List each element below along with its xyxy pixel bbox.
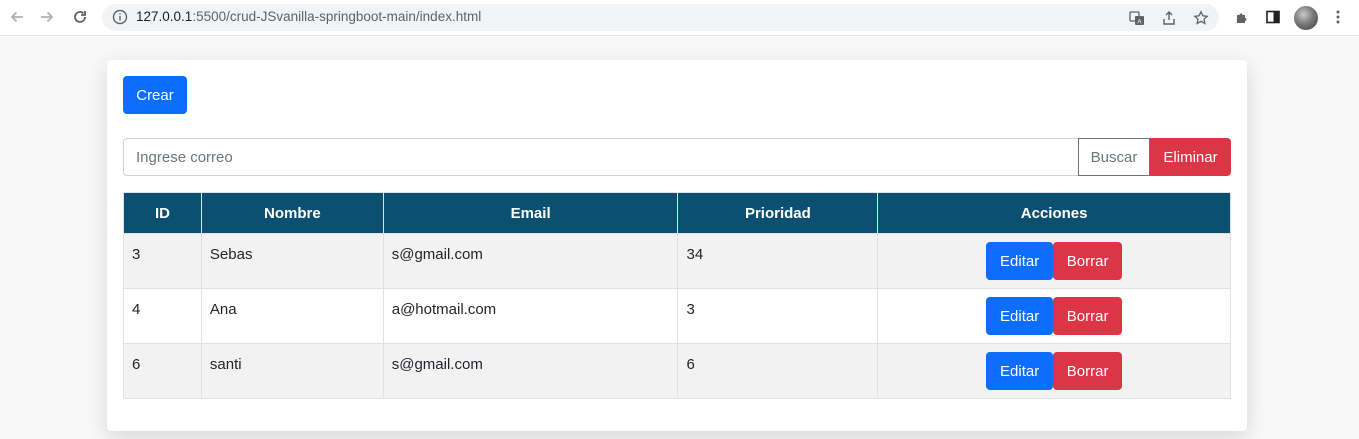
- table-header-row: ID Nombre Email Prioridad Acciones: [123, 192, 1231, 234]
- editar-button[interactable]: Editar: [986, 242, 1054, 280]
- cell-prioridad: 3: [677, 288, 879, 344]
- url-path: :5500/crud-JSvanilla-springboot-main/ind…: [192, 9, 482, 24]
- cell-id: 6: [123, 343, 202, 399]
- info-icon[interactable]: [112, 9, 128, 25]
- table-row: 4 Ana a@hotmail.com 3 Editar Borrar: [123, 288, 1231, 344]
- borrar-button[interactable]: Borrar: [1053, 242, 1123, 280]
- cell-nombre: Ana: [200, 288, 384, 344]
- header-prioridad: Prioridad: [677, 192, 879, 234]
- svg-text:A: A: [1137, 20, 1141, 26]
- main-card: Crear Ingrese correo Buscar Eliminar ID …: [107, 60, 1247, 431]
- url-text: 127.0.0.1:5500/crud-JSvanilla-springboot…: [136, 9, 481, 24]
- browser-toolbar: 127.0.0.1:5500/crud-JSvanilla-springboot…: [0, 0, 1359, 36]
- share-icon[interactable]: [1160, 9, 1178, 27]
- forward-arrow-icon[interactable]: [36, 6, 58, 28]
- cell-acciones: Editar Borrar: [877, 343, 1231, 399]
- header-id: ID: [123, 192, 202, 234]
- cell-email: a@hotmail.com: [382, 288, 679, 344]
- header-email: Email: [382, 192, 679, 234]
- cell-nombre: santi: [200, 343, 384, 399]
- cell-prioridad: 34: [677, 233, 879, 289]
- eliminar-button[interactable]: Eliminar: [1150, 138, 1231, 176]
- cell-acciones: Editar Borrar: [877, 288, 1231, 344]
- editar-button[interactable]: Editar: [986, 297, 1054, 335]
- editar-button[interactable]: Editar: [986, 352, 1054, 390]
- cell-email: s@gmail.com: [382, 343, 679, 399]
- borrar-button[interactable]: Borrar: [1053, 297, 1123, 335]
- back-arrow-icon[interactable]: [6, 6, 28, 28]
- star-icon[interactable]: [1192, 9, 1210, 27]
- table-row: 3 Sebas s@gmail.com 34 Editar Borrar: [123, 233, 1231, 289]
- cell-acciones: Editar Borrar: [877, 233, 1231, 289]
- table-row: 6 santi s@gmail.com 6 Editar Borrar: [123, 343, 1231, 399]
- borrar-button[interactable]: Borrar: [1053, 352, 1123, 390]
- address-bar[interactable]: 127.0.0.1:5500/crud-JSvanilla-springboot…: [102, 4, 1219, 31]
- crear-button[interactable]: Crear: [123, 76, 187, 114]
- profile-avatar[interactable]: [1294, 6, 1318, 30]
- cell-nombre: Sebas: [200, 233, 384, 289]
- menu-dots-icon[interactable]: [1328, 7, 1348, 27]
- cell-email: s@gmail.com: [382, 233, 679, 289]
- url-host: 127.0.0.1: [136, 9, 193, 24]
- email-search-input[interactable]: Ingrese correo: [123, 138, 1078, 176]
- extensions-icon[interactable]: [1232, 7, 1252, 27]
- buscar-button[interactable]: Buscar: [1078, 138, 1150, 176]
- cell-id: 4: [123, 288, 202, 344]
- cell-id: 3: [123, 233, 202, 289]
- header-nombre: Nombre: [200, 192, 384, 234]
- users-table: ID Nombre Email Prioridad Acciones 3 Seb…: [123, 192, 1231, 399]
- cell-prioridad: 6: [677, 343, 879, 399]
- reload-icon[interactable]: [69, 6, 91, 28]
- side-panel-icon[interactable]: [1263, 7, 1283, 27]
- search-group: Ingrese correo Buscar Eliminar: [123, 138, 1231, 176]
- header-acciones: Acciones: [877, 192, 1231, 234]
- translate-icon[interactable]: A: [1128, 9, 1146, 27]
